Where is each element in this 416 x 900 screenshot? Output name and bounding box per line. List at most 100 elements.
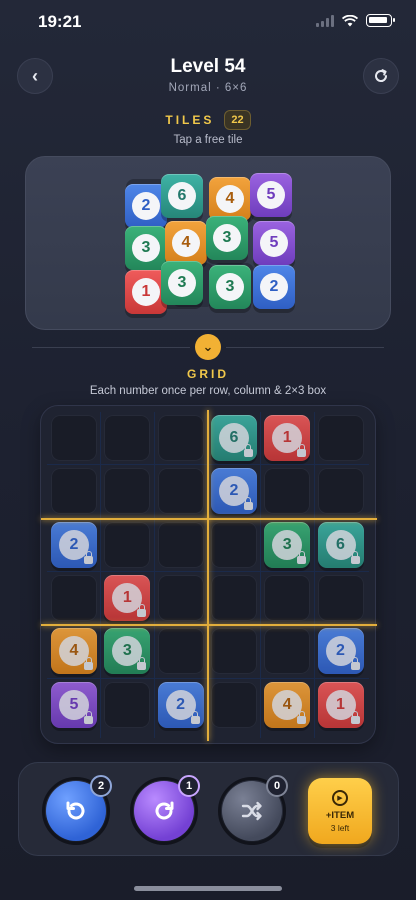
lock-icon: [297, 444, 307, 457]
box-separator-horizontal: [41, 517, 377, 520]
placed-tile: 6: [210, 415, 257, 461]
grid-cell[interactable]: [104, 521, 151, 568]
lock-icon: [297, 710, 307, 724]
tile-number: 1: [132, 278, 160, 306]
placed-tile: 2: [157, 681, 204, 728]
tray-tile[interactable]: 3: [209, 265, 251, 309]
lock-icon: [350, 550, 360, 564]
tile-number: 3: [213, 224, 241, 252]
box-separator-horizontal: [41, 624, 377, 627]
tile-number: 2: [260, 273, 288, 301]
grid-cell[interactable]: [51, 415, 97, 461]
tile-number: 6: [325, 529, 356, 560]
grid-cell[interactable]: [157, 415, 204, 461]
box-separator-vertical: [206, 410, 209, 741]
placed-tile: 3: [264, 521, 311, 568]
grid-toggle-button[interactable]: ⌄: [195, 334, 221, 360]
level-subtitle: Normal · 6×6: [168, 82, 248, 94]
tile-number: 5: [257, 181, 285, 209]
lock-icon: [243, 444, 253, 457]
grid-cell[interactable]: [264, 468, 311, 515]
chevron-down-icon: ⌄: [202, 339, 214, 354]
grid-line: [100, 412, 102, 738]
grid-cell[interactable]: [210, 628, 257, 675]
grid-cell[interactable]: [210, 574, 257, 621]
tray-tile[interactable]: 3: [125, 226, 167, 270]
grid-cell[interactable]: [317, 574, 364, 621]
grid-cell[interactable]: [104, 415, 151, 461]
grid-cell[interactable]: [51, 574, 97, 621]
tray-tile[interactable]: 3: [206, 216, 248, 260]
tray-tile[interactable]: 2: [253, 265, 295, 309]
lock-icon: [84, 550, 93, 564]
grid-cell[interactable]: [51, 468, 97, 515]
placed-tile: 4: [264, 681, 311, 728]
tiles-header: TILES 22: [0, 110, 416, 130]
lock-icon: [137, 657, 147, 671]
tray-tile[interactable]: 4: [209, 177, 251, 221]
tray-tile[interactable]: 6: [161, 174, 203, 218]
tile-number: 6: [168, 182, 196, 210]
grid-cell[interactable]: [317, 468, 364, 515]
tile-number: 5: [59, 689, 89, 720]
grid-cell[interactable]: [157, 628, 204, 675]
status-time: 19:21: [38, 12, 82, 31]
placed-tile: 4: [51, 628, 97, 675]
grid-cell[interactable]: [104, 681, 151, 728]
grid-cell[interactable]: [317, 415, 364, 461]
tray-tile[interactable]: 3: [161, 261, 203, 305]
tile-number: 2: [132, 192, 160, 220]
grid-hint: Each number once per row, column & 2×3 b…: [89, 385, 327, 397]
tiles-hint: Tap a free tile: [173, 134, 243, 146]
placed-tile: 1: [317, 681, 364, 728]
lock-icon: [243, 497, 253, 511]
item-label: +ITEM: [325, 809, 355, 821]
placed-tile: 2: [317, 628, 364, 675]
tile-number: 4: [272, 689, 303, 720]
grid-cell[interactable]: [210, 681, 257, 728]
battery-icon: [366, 14, 395, 27]
grid-cell[interactable]: [157, 468, 204, 515]
placed-tile: 1: [104, 574, 151, 621]
signal-icon: [316, 14, 334, 27]
add-item-button[interactable]: ▶ +ITEM 3 left: [308, 778, 372, 844]
tray-tile[interactable]: 5: [250, 173, 292, 217]
placed-tile: 5: [51, 681, 97, 728]
level-title: Level 54: [170, 56, 246, 77]
puzzle-grid: 61223614325241: [40, 405, 377, 744]
redo-count-badge: 1: [178, 775, 200, 797]
placed-tile: 6: [317, 521, 364, 568]
tray-tile[interactable]: 5: [253, 221, 295, 265]
tile-number: 4: [172, 229, 200, 257]
lock-icon: [84, 657, 93, 671]
tile-number: 3: [132, 234, 160, 262]
lock-icon: [350, 710, 360, 724]
grid-label: GRID: [187, 367, 229, 381]
tile-number: 3: [216, 273, 244, 301]
placed-tile: 1: [264, 415, 311, 461]
grid-cell[interactable]: [264, 574, 311, 621]
lock-icon: [350, 657, 360, 671]
grid-line: [260, 412, 262, 738]
lock-icon: [297, 550, 307, 564]
tile-number: 4: [216, 185, 244, 213]
tile-number: 3: [168, 269, 196, 297]
grid-cell[interactable]: [157, 521, 204, 568]
status-bar: 19:21: [0, 0, 416, 44]
placed-tile: 3: [104, 628, 151, 675]
tiles-count-badge: 22: [224, 110, 251, 130]
tile-number: 2: [165, 689, 196, 720]
placed-tile: 2: [51, 521, 97, 568]
tray-tile[interactable]: 4: [165, 221, 207, 265]
wifi-icon: [342, 14, 358, 26]
play-icon: ▶: [332, 789, 348, 806]
tile-tray: 2 6 4 5 3 4 3 5 1 3 3 2: [25, 156, 391, 330]
tile-number: 5: [260, 229, 288, 257]
grid-cell[interactable]: [210, 521, 257, 568]
grid-cell[interactable]: [264, 628, 311, 675]
placed-tile: 2: [210, 468, 257, 515]
grid-cell[interactable]: [104, 468, 151, 515]
lock-icon: [190, 710, 200, 724]
grid-cell[interactable]: [157, 574, 204, 621]
divider: [226, 347, 384, 348]
